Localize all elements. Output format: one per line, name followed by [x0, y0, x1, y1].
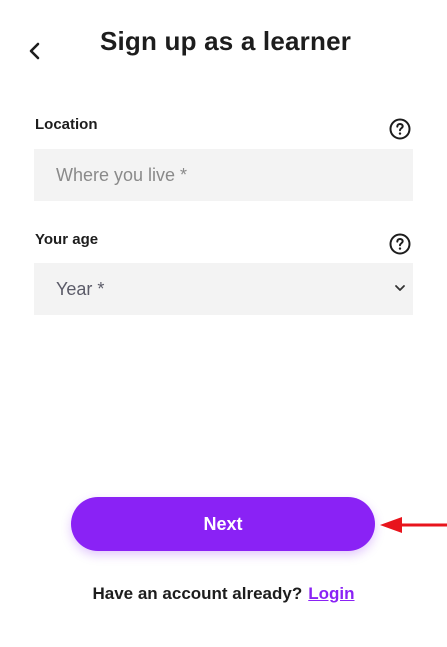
location-label: Location — [35, 116, 98, 133]
page-title: Sign up as a learner — [99, 26, 352, 56]
age-select-value: Year * — [56, 278, 105, 299]
login-link[interactable]: Login — [308, 584, 354, 603]
location-input[interactable] — [34, 149, 413, 201]
next-button[interactable]: Next — [71, 497, 375, 551]
location-help-button[interactable] — [389, 118, 411, 140]
question-circle-icon — [389, 233, 411, 255]
login-prompt: Have an account already? Login — [0, 584, 447, 604]
chevron-down-icon — [395, 285, 405, 291]
age-label: Your age — [35, 231, 99, 248]
age-help-button[interactable] — [389, 233, 411, 255]
age-year-select[interactable]: Year * — [34, 263, 413, 315]
question-circle-icon — [389, 118, 411, 140]
login-prompt-text: Have an account already? — [92, 584, 303, 603]
annotation-arrow-icon — [380, 517, 447, 533]
signup-page: Sign up as a learner Location Your age Y… — [0, 0, 447, 647]
